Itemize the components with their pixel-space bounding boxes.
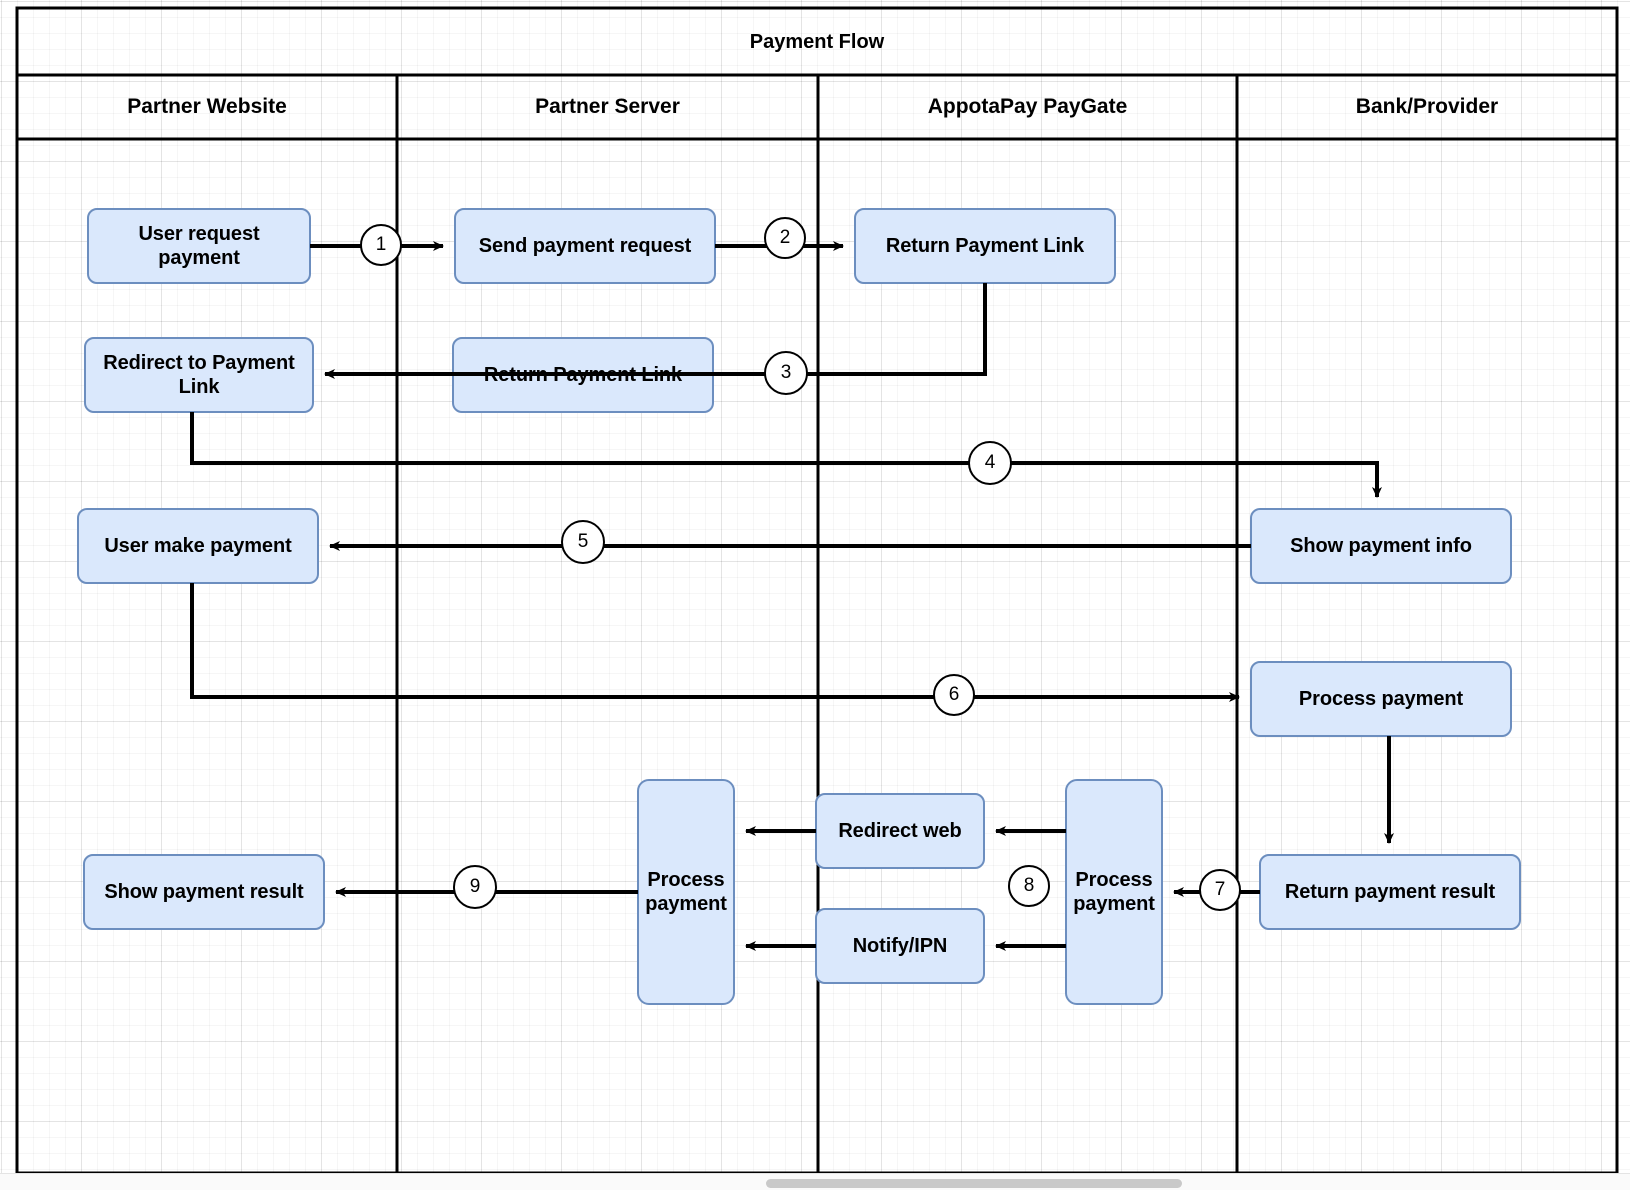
lane-header-partner-website: Partner Website [127,95,287,118]
node-return-payment-link-gate [854,208,1116,284]
nodes [77,208,1521,1005]
node-process-payment-gate [1065,779,1163,1005]
pool-title: Payment Flow [749,30,885,53]
edge-4 [190,412,1382,498]
node-show-payment-result [83,854,325,930]
node-notify-ipn [815,908,985,984]
node-user-request-payment [87,208,311,284]
step-badge-1 [360,224,402,266]
lane-header-appotapay-paygate: AppotaPay PayGate [927,95,1128,118]
edges [190,241,1394,951]
step-badge-3 [764,351,808,395]
step-badge-5 [561,520,605,564]
node-show-payment-info [1250,508,1512,584]
node-process-payment-srv [637,779,735,1005]
pool-frame [15,6,1619,1175]
lane-header-partner-server: Partner Server [535,95,680,118]
horizontal-scrollbar-thumb[interactable] [766,1179,1182,1188]
step-badge-2 [764,217,806,259]
step-badge-8 [1008,865,1050,907]
node-redirect-to-payment-link [84,337,314,413]
diagram-canvas: Payment Flow Partner Website Partner Ser… [0,0,1630,1190]
step-badge-9 [453,865,497,909]
step-badge-4 [968,441,1012,485]
diagram-svg-layer [0,0,1630,1190]
node-redirect-web [815,793,985,869]
lane-header-bank-provider: Bank/Provider [1355,95,1499,118]
node-user-make-payment [77,508,319,584]
node-send-payment-request [454,208,716,284]
step-badge-7 [1199,869,1241,911]
node-process-payment-bank [1250,661,1512,737]
step-badge-6 [933,674,975,716]
node-return-payment-result [1259,854,1521,930]
edge-6 [190,583,1240,702]
